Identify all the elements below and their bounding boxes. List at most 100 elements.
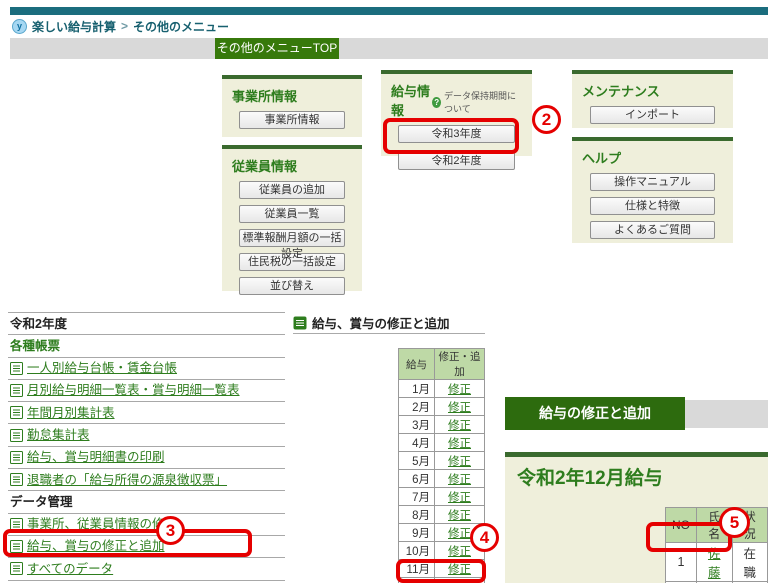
month-cell: 8月 [399,506,435,524]
edit-link-sep[interactable]: 修正 [448,528,471,540]
operation-manual-button[interactable]: 操作マニュアル [590,173,715,191]
table-row-apr: 4月 修正 [399,434,485,452]
edit-link-feb[interactable]: 修正 [448,402,471,414]
data-retention-hint-link[interactable]: ? データ保持期間について [432,89,522,115]
office-info-button[interactable]: 事業所情報 [239,111,346,129]
sidebar-item-office-employee-edit[interactable]: 事業所、従業員情報の修正 [8,514,285,536]
employee-status: 在職 [732,543,768,582]
month-cell: 2月 [399,398,435,416]
breadcrumb-root[interactable]: 楽しい給与計算 [32,18,116,35]
section-title-help: ヘルプ [582,148,725,167]
sidebar-link-label[interactable]: 一人別給与台帳・賃金台帳 [27,358,177,380]
standard-salary-batch-button[interactable]: 標準報酬月額の一括設定 [239,229,346,247]
faq-button[interactable]: よくあるご質問 [590,221,715,239]
column-header-action: 修正・追加 [435,349,485,380]
month-cell: 3月 [399,416,435,434]
table-row-jun: 6月 修正 [399,470,485,488]
employee-table: NO 氏名 状況 1 佐藤 在職 2 山田 在職 [665,507,768,583]
month-panel-title: 給与、賞与の修正と追加 [293,313,450,332]
question-circle-icon: ? [432,97,441,108]
sidebar-item-attendance-summary[interactable]: 勤怠集計表 [8,424,285,446]
salary-year-reiwa2-button[interactable]: 令和2年度 [398,152,514,170]
document-list-icon [10,562,23,575]
column-header-no: NO [666,508,697,543]
breadcrumb: y 楽しい給与計算 > その他のメニュー [12,17,229,35]
month-cell: 10月 [399,542,435,560]
edit-link-aug[interactable]: 修正 [448,510,471,522]
document-list-icon [10,429,23,442]
table-row-may: 5月 修正 [399,452,485,470]
employee-list-button[interactable]: 従業員一覧 [239,205,346,223]
sidebar-year-title: 令和2年度 [8,313,285,335]
column-header-month: 給与 [399,349,435,380]
section-salary-info: 給与情報 ? データ保持期間について 令和3年度 令和2年度 [381,70,532,156]
employee-add-button[interactable]: 従業員の追加 [239,181,346,199]
document-list-icon [10,362,23,375]
section-employee-info: 従業員情報 従業員の追加 従業員一覧 標準報酬月額の一括設定 住民税の一括設定 … [222,145,362,291]
sidebar-link-label[interactable]: すべてのデータ [27,558,113,580]
app-logo-icon: y [12,19,27,34]
sidebar-link-label[interactable]: 給与、賞与明細書の印刷 [27,447,165,469]
sidebar-item-annual-monthly-summary[interactable]: 年間月別集計表 [8,402,285,424]
table-row-mar: 3月 修正 [399,416,485,434]
edit-link-oct[interactable]: 修正 [448,546,471,558]
document-list-icon [10,406,23,419]
edit-link-apr[interactable]: 修正 [448,438,471,450]
month-cell: 9月 [399,524,435,542]
section-title-office: 事業所情報 [232,86,354,105]
table-row-oct: 10月 修正 [399,542,485,560]
table-row-employee-1: 1 佐藤 在職 [666,543,768,582]
reorder-button[interactable]: 並び替え [239,277,346,295]
sidebar-item-payroll-ledger[interactable]: 一人別給与台帳・賃金台帳 [8,358,285,380]
data-retention-hint-label: データ保持期間について [444,89,522,115]
sidebar-item-retiree-withholding-slip[interactable]: 退職者の「給与所得の源泉徴収票」 [8,469,285,491]
toolbar-gray-bar [10,38,768,59]
document-list-icon [10,540,23,553]
section-office-info: 事業所情報 事業所情報 [222,75,362,137]
table-row-dec: 12月修正 [399,578,485,583]
edit-link-nov[interactable]: 修正 [448,564,471,576]
detail-panel-header: 給与の修正と追加 [505,397,685,430]
annotation-circle-step2: 2 [532,105,561,134]
sidebar-link-label[interactable]: 年間月別集計表 [27,402,115,424]
edit-link-jun[interactable]: 修正 [448,474,471,486]
month-cell: 6月 [399,470,435,488]
resident-tax-batch-button[interactable]: 住民税の一括設定 [239,253,346,271]
month-panel-title-label: 給与、賞与の修正と追加 [312,313,450,332]
specs-features-button[interactable]: 仕様と特徴 [590,197,715,215]
month-cell: 4月 [399,434,435,452]
employee-name-link[interactable]: 佐藤 [708,547,721,580]
edit-link-mar[interactable]: 修正 [448,420,471,432]
edit-link-may[interactable]: 修正 [448,456,471,468]
sidebar-link-label[interactable]: 給与、賞与の修正と追加 [27,536,165,558]
edit-link-jan[interactable]: 修正 [448,384,471,396]
sidebar-item-all-data[interactable]: すべてのデータ [8,558,285,580]
month-cell: 1月 [399,380,435,398]
month-cell: 5月 [399,452,435,470]
document-list-icon [10,473,23,486]
table-row-sep: 9月 修正 [399,524,485,542]
column-header-status: 状況 [732,508,768,543]
app-screen: y 楽しい給与計算 > その他のメニュー その他のメニューTOP 事業所情報 事… [0,0,768,583]
import-button[interactable]: インポート [590,106,715,124]
section-title-employee: 従業員情報 [232,156,354,175]
sidebar-item-salary-bonus-edit[interactable]: 給与、賞与の修正と追加 [8,536,285,558]
sidebar-item-monthly-statement-list[interactable]: 月別給与明細一覧表・賞与明細一覧表 [8,380,285,402]
sidebar-link-label[interactable]: 退職者の「給与所得の源泉徴収票」 [27,469,227,491]
section-title-maintenance: メンテナンス [582,81,725,100]
sidebar-link-label[interactable]: 事業所、従業員情報の修正 [27,514,177,536]
sidebar-link-label[interactable]: 月別給与明細一覧表・賞与明細一覧表 [27,380,240,402]
section-help: ヘルプ 操作マニュアル 仕様と特徴 よくあるご質問 [572,137,733,243]
table-row-jul: 7月修正 [399,488,485,506]
table-row-feb: 2月 修正 [399,398,485,416]
document-list-icon [10,451,23,464]
menu-top-button[interactable]: その他のメニューTOP [215,38,339,59]
section-maintenance: メンテナンス インポート [572,70,733,128]
salary-year-reiwa3-button[interactable]: 令和3年度 [398,125,514,143]
table-row-aug: 8月 修正 [399,506,485,524]
sidebar-item-statement-print[interactable]: 給与、賞与明細書の印刷 [8,447,285,469]
sidebar-link-label[interactable]: 勤怠集計表 [27,424,90,446]
breadcrumb-current: その他のメニュー [133,18,229,35]
edit-link-jul[interactable]: 修正 [448,492,471,504]
salary-month-table: 給与 修正・追加 1月修正 2月修正 3月修正 4月修正 5月修正 6月修正 7… [398,348,485,583]
